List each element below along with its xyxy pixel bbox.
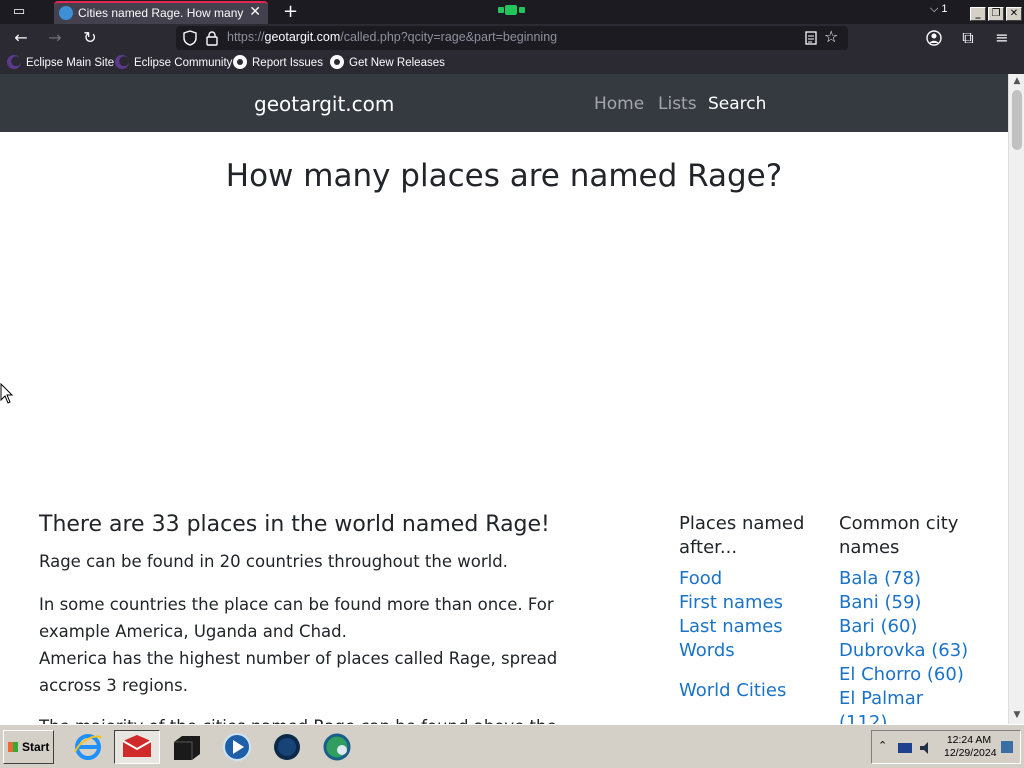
close-window-icon[interactable]: ✕: [1006, 7, 1022, 21]
link-food[interactable]: Food: [679, 568, 722, 589]
tray-expand-icon[interactable]: ⌃: [878, 739, 887, 752]
bookmark-eclipse-main[interactable]: Eclipse Main Site: [7, 55, 114, 71]
link-world-cities[interactable]: World Cities: [679, 680, 786, 701]
equator-paragraph: The majority of the cities named Rage ca…: [39, 713, 619, 724]
url-bar[interactable]: https://geotargit.com/called.php?qcity=r…: [176, 26, 848, 50]
github-icon: [233, 55, 247, 69]
nav-lists[interactable]: Lists: [658, 94, 697, 114]
link-el-palmar[interactable]: El Palmar: [839, 688, 923, 709]
reload-icon[interactable]: ↻: [80, 28, 100, 48]
scroll-up-icon[interactable]: ▲: [1011, 76, 1023, 88]
restore-icon[interactable]: ❐: [988, 7, 1004, 21]
system-tray: ⌃ 12:24 AM 12/29/2024: [871, 730, 1021, 764]
url-text: https://geotargit.com/called.php?qcity=r…: [227, 30, 558, 44]
link-first-names[interactable]: First names: [679, 592, 783, 613]
page-title: How many places are named Rage?: [225, 158, 783, 194]
result-heading: There are 33 places in the world named R…: [39, 512, 550, 537]
lock-icon: [206, 31, 218, 46]
common-city-names-heading: Common city names: [839, 513, 959, 558]
tab-bar: ▭ Cities named Rage. How many plac ✕ + ⌵…: [0, 0, 1024, 24]
scroll-down-icon[interactable]: ▼: [1011, 710, 1023, 722]
bookmark-report-issues[interactable]: Report Issues: [233, 55, 323, 71]
tab-title: Cities named Rage. How many plac: [78, 6, 244, 20]
media-player-icon[interactable]: [220, 730, 254, 764]
start-button[interactable]: Start: [3, 730, 54, 764]
clock[interactable]: 12:24 AM 12/29/2024: [944, 734, 997, 760]
tab-overflow-button[interactable]: ⌵ 1: [930, 3, 948, 16]
close-tab-icon[interactable]: ✕: [249, 4, 261, 20]
tab-bar-decoration: [496, 5, 528, 17]
clock-time: 12:24 AM: [946, 734, 992, 746]
forward-icon[interactable]: →: [45, 28, 65, 48]
clock-date: 12/29/2024: [944, 747, 997, 759]
account-icon[interactable]: [926, 30, 942, 46]
favicon-icon: [59, 6, 73, 20]
highest-paragraph: America has the highest number of places…: [39, 649, 558, 695]
window-controls: _ ❐ ✕: [968, 1, 1022, 21]
network-icon[interactable]: [897, 741, 913, 755]
eclipse-icon: [7, 55, 21, 69]
places-named-after-heading: Places named after...: [679, 513, 805, 558]
shield-icon: [183, 30, 197, 46]
page-scrollbar[interactable]: ▲ ▼: [1008, 74, 1024, 724]
globe-app-icon[interactable]: [270, 730, 304, 764]
scroll-thumb[interactable]: [1012, 90, 1022, 150]
extensions-icon[interactable]: ⧉: [958, 28, 978, 48]
link-el-chorro[interactable]: El Chorro (60): [839, 664, 964, 685]
mail-app-icon[interactable]: [114, 730, 160, 764]
notification-icon[interactable]: [1000, 740, 1014, 754]
tab-count: 1: [941, 3, 948, 15]
bookmark-eclipse-community[interactable]: Eclipse Community: [115, 55, 232, 71]
link-words[interactable]: Words: [679, 640, 735, 661]
site-header: geotargit.com Home Lists Search: [0, 74, 1008, 132]
nav-home[interactable]: Home: [594, 94, 644, 114]
menu-icon[interactable]: ≡: [992, 28, 1012, 48]
github-icon: [330, 55, 344, 69]
countries-paragraph: Rage can be found in 20 countries throug…: [39, 552, 508, 571]
eclipse-icon: [115, 55, 129, 69]
back-icon[interactable]: ←: [11, 28, 31, 48]
chevron-down-icon: ⌵: [930, 3, 939, 15]
bookmark-get-new-releases[interactable]: Get New Releases: [330, 55, 445, 71]
link-bani[interactable]: Bani (59): [839, 592, 921, 613]
minimize-icon[interactable]: _: [970, 7, 986, 21]
browser-tab[interactable]: Cities named Rage. How many plac ✕: [54, 1, 268, 24]
link-last-names[interactable]: Last names: [679, 616, 783, 637]
site-brand[interactable]: geotargit.com: [254, 92, 394, 116]
network-globe-icon[interactable]: [320, 730, 354, 764]
examples-paragraph: In some countries the place can be found…: [39, 595, 554, 641]
bookmark-star-icon[interactable]: ☆: [824, 27, 838, 46]
link-dubrovka[interactable]: Dubrovka (63): [839, 640, 968, 661]
terminal-icon[interactable]: [170, 730, 204, 764]
mouse-cursor-icon: [0, 383, 14, 404]
link-bari[interactable]: Bari (60): [839, 616, 917, 637]
reader-view-icon[interactable]: [805, 31, 817, 45]
bookmarks-toolbar: Eclipse Main Site Eclipse Community Repo…: [0, 52, 1024, 74]
nav-search[interactable]: Search: [708, 94, 766, 114]
internet-explorer-icon[interactable]: [71, 730, 105, 764]
link-el-palmar-count[interactable]: (112): [839, 712, 887, 724]
page-viewport: geotargit.com Home Lists Search How many…: [0, 74, 1008, 724]
link-bala[interactable]: Bala (78): [839, 568, 921, 589]
navigation-toolbar: ← → ↻ https://geotargit.com/called.php?q…: [0, 24, 1024, 52]
volume-icon[interactable]: [918, 740, 934, 756]
taskbar: Start ⌃ 12:24 AM 12/29/2024: [0, 724, 1024, 768]
new-tab-icon[interactable]: +: [283, 1, 298, 22]
list-all-tabs-icon[interactable]: ▭: [8, 3, 30, 21]
